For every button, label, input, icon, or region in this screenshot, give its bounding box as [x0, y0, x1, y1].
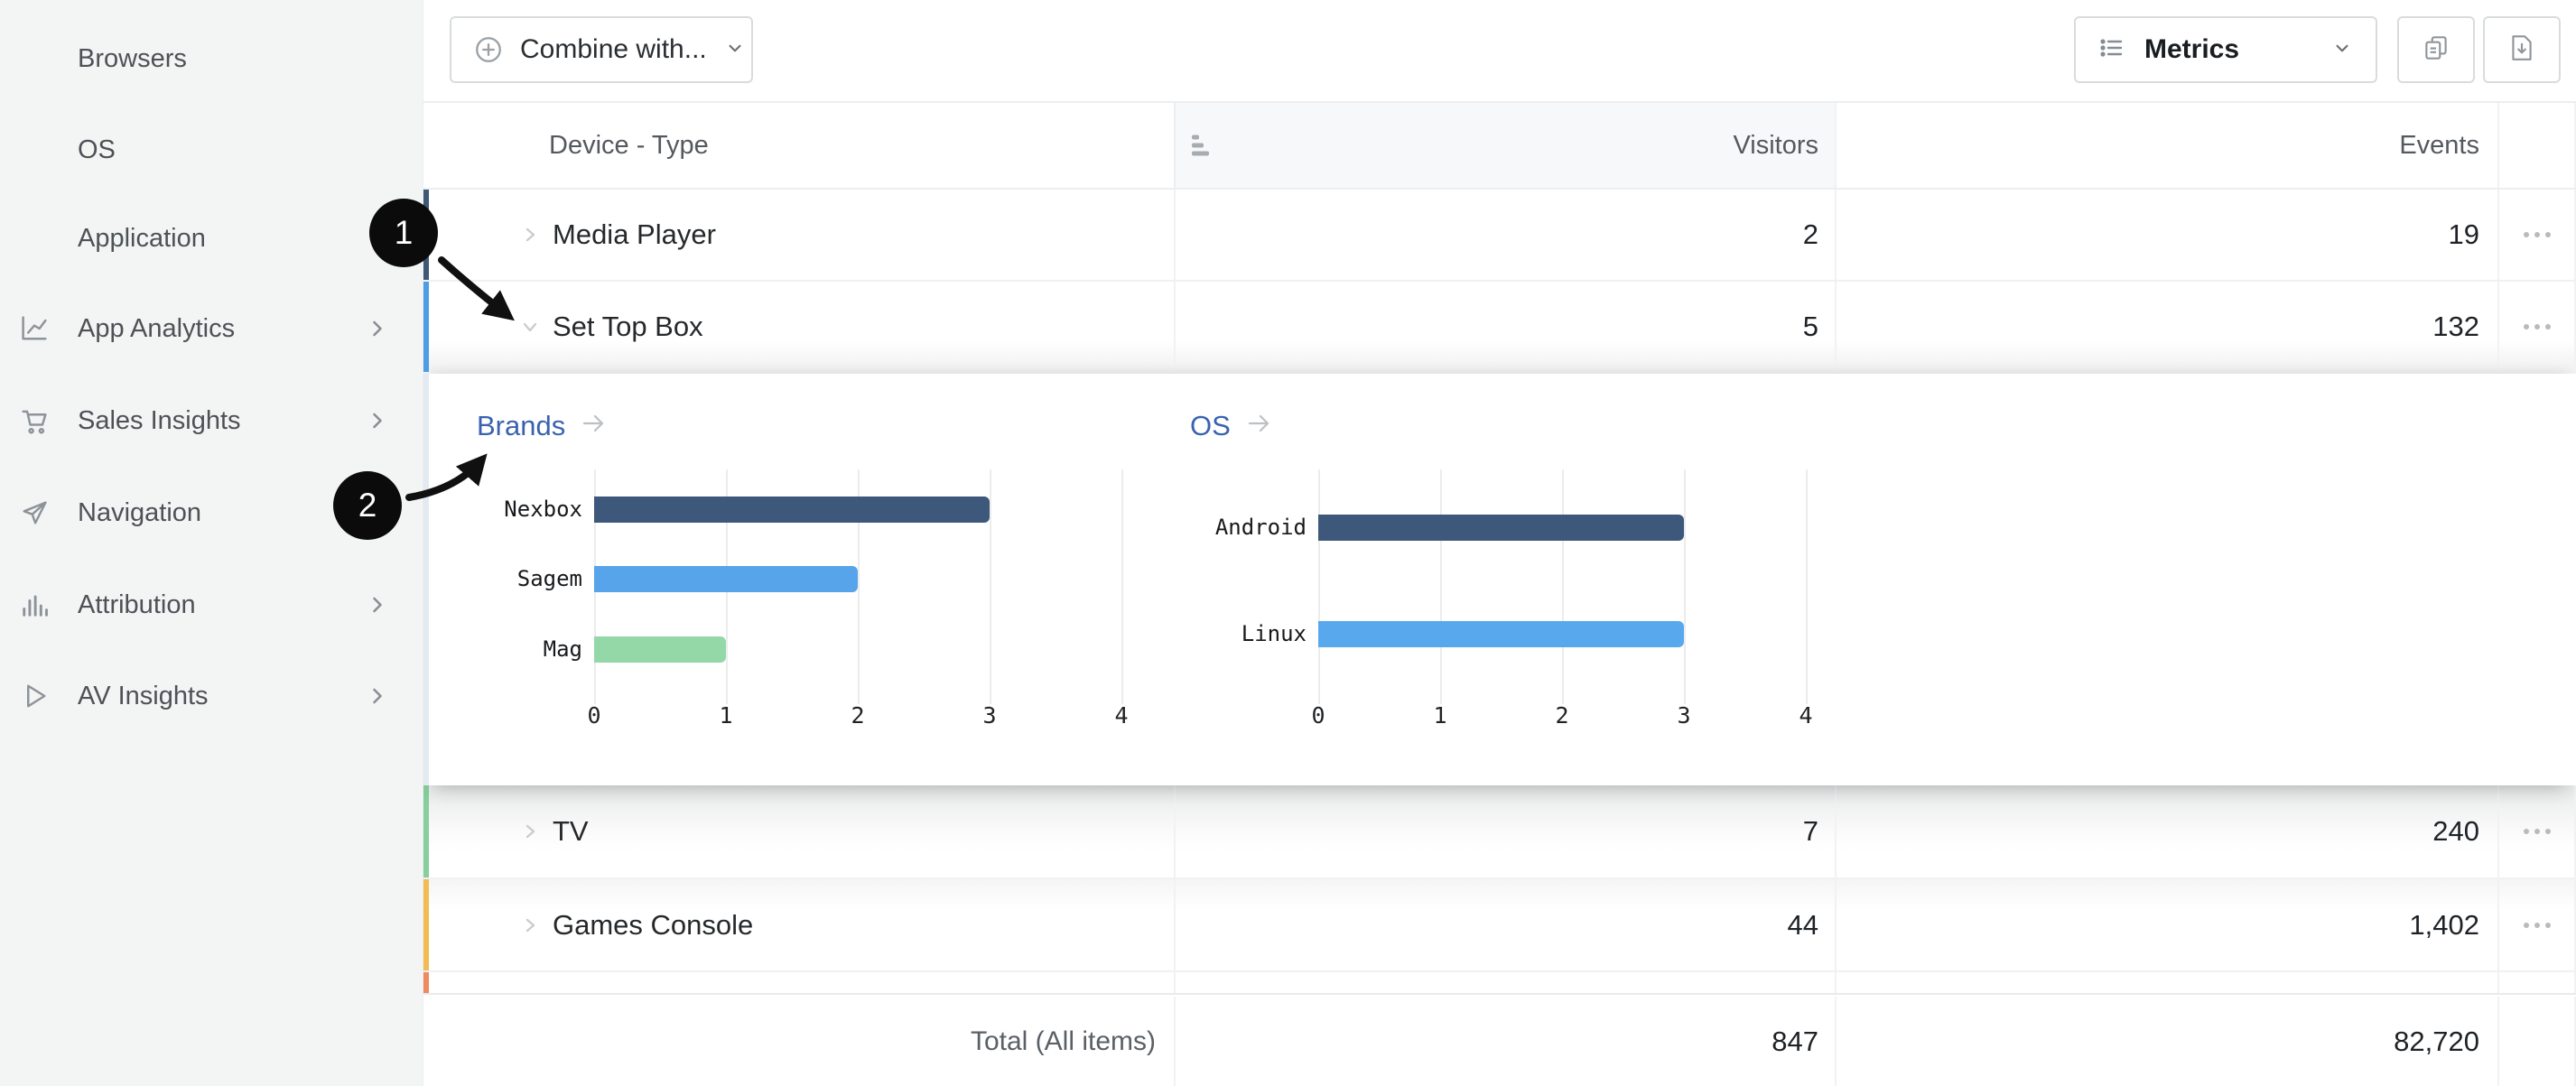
ellipsis-icon [2524, 324, 2551, 330]
x-axis-tick-label: 4 [1085, 702, 1158, 729]
sidebar-item-app-analytics[interactable]: App Analytics [0, 303, 423, 354]
chevron-right-icon [365, 316, 390, 341]
x-axis-tick-label: 3 [1648, 702, 1720, 729]
x-axis-tick-label: 3 [953, 702, 1026, 729]
drilldown-panel: Brands01234NexboxSagemMagOS01234AndroidL… [423, 374, 2576, 785]
row-color-indicator [423, 785, 429, 877]
chevron-right-icon [365, 683, 390, 709]
chart-gridline [1121, 469, 1123, 704]
chart-bar-linux[interactable] [1318, 621, 1684, 647]
chevron-right-icon [365, 592, 390, 617]
total-visitors: 847 [1174, 997, 1835, 1086]
arrow-right-icon [1245, 410, 1274, 442]
x-axis-tick-label: 2 [1526, 702, 1598, 729]
sidebar-item-sales-insights[interactable]: Sales Insights [0, 395, 423, 446]
sidebar-item-av-insights[interactable]: AV Insights [0, 671, 423, 721]
x-axis-tick-label: 1 [690, 702, 762, 729]
chart-category-label: Linux [1090, 621, 1307, 647]
chart-gridline [1806, 469, 1808, 704]
plus-circle-icon [473, 33, 504, 66]
sidebar-item-os[interactable]: OS [0, 125, 423, 175]
row-color-indicator [423, 282, 429, 372]
chart-gridline [1562, 469, 1564, 704]
clipboard-copy-icon [2421, 32, 2451, 68]
metrics-label: Metrics [2144, 34, 2239, 65]
row-color-indicator [423, 879, 429, 970]
row-color-indicator [423, 972, 429, 993]
bar-chart-icon [18, 589, 51, 621]
export-button[interactable] [2483, 16, 2561, 83]
annotation-badge-2: 2 [333, 471, 402, 540]
row-actions-button[interactable] [2497, 282, 2576, 372]
column-header-events[interactable]: Events [1835, 103, 2497, 188]
sidebar-item-browsers[interactable]: Browsers [0, 33, 423, 84]
row-actions-button[interactable] [2497, 879, 2576, 970]
line-chart-icon [18, 312, 51, 345]
annotation-badge-1: 1 [369, 199, 438, 267]
chart-category-label: Android [1090, 515, 1307, 541]
table-header: Device - Type Visitors Events [423, 101, 2576, 190]
combine-with-label: Combine with... [520, 34, 707, 65]
arrow-right-icon [580, 410, 609, 442]
play-icon [18, 680, 51, 712]
analytics-dashboard: Browsers OS Application App Analytics Sa… [0, 0, 2576, 1086]
table-row-games-console[interactable]: Games Console 44 1,402 [423, 879, 2576, 972]
copy-table-button[interactable] [2397, 16, 2475, 83]
metrics-dropdown[interactable]: Metrics [2074, 16, 2377, 83]
row-expand-chevron-icon[interactable] [518, 820, 542, 843]
chart-gridline [1318, 469, 1320, 704]
chart-bar-sagem[interactable] [594, 566, 858, 592]
sidebar: Browsers OS Application App Analytics Sa… [0, 0, 423, 1086]
chevron-down-icon [723, 36, 747, 64]
chart-bar-mag[interactable] [594, 636, 726, 663]
column-header-device-type[interactable]: Device - Type [423, 103, 1174, 188]
chart-gridline [1440, 469, 1442, 704]
chart-gridline [990, 469, 991, 704]
row-actions-button[interactable] [2497, 785, 2576, 877]
chart-bar-nexbox[interactable] [594, 497, 990, 523]
brands-link[interactable]: Brands [477, 410, 609, 442]
table-row-set-top-box[interactable]: Set Top Box 5 132 [423, 282, 2576, 374]
column-header-actions [2497, 103, 2576, 188]
x-axis-tick-label: 0 [1282, 702, 1354, 729]
chart-bar-android[interactable] [1318, 515, 1684, 541]
total-row: Total (All items) 847 82,720 [423, 997, 2576, 1086]
table-row-tv[interactable]: TV 7 240 [423, 785, 2576, 879]
chevron-right-icon [365, 408, 390, 433]
table-row-media-player[interactable]: Media Player 2 19 [423, 190, 2576, 282]
sidebar-item-attribution[interactable]: Attribution [0, 580, 423, 630]
x-axis-tick-label: 2 [822, 702, 894, 729]
list-icon [2097, 33, 2126, 67]
row-collapse-chevron-icon[interactable] [518, 315, 542, 339]
combine-with-button[interactable]: Combine with... [450, 16, 753, 83]
row-actions-button[interactable] [2497, 190, 2576, 280]
cart-icon [18, 404, 51, 437]
total-events: 82,720 [1835, 997, 2497, 1086]
x-axis-tick-label: 4 [1770, 702, 1842, 729]
chevron-down-icon [2330, 36, 2354, 64]
x-axis-tick-label: 1 [1404, 702, 1476, 729]
chart-gridline [1684, 469, 1686, 704]
x-axis-tick-label: 0 [558, 702, 630, 729]
column-header-visitors[interactable]: Visitors [1174, 103, 1835, 188]
ellipsis-icon [2524, 923, 2551, 928]
total-label: Total (All items) [423, 997, 1174, 1086]
ellipsis-icon [2524, 232, 2551, 237]
partial-table-row[interactable] [423, 972, 2576, 995]
file-download-icon [2506, 32, 2537, 68]
sort-icon [1192, 135, 1209, 156]
row-expand-chevron-icon[interactable] [518, 914, 542, 937]
sidebar-item-application[interactable]: Application [0, 213, 423, 264]
ellipsis-icon [2524, 829, 2551, 834]
os-link[interactable]: OS [1190, 410, 1274, 442]
paper-plane-icon [18, 497, 51, 529]
row-expand-chevron-icon[interactable] [518, 223, 542, 246]
